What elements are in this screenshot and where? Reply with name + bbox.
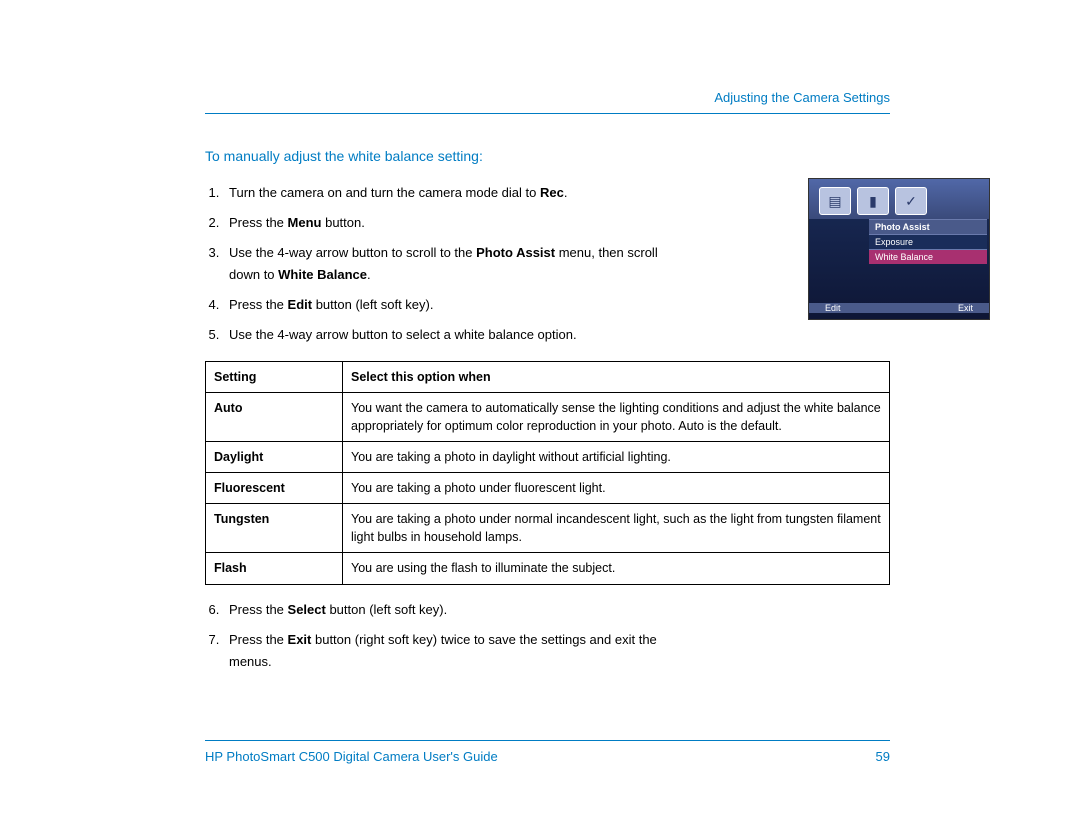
step-item: Press the Edit button (left soft key). xyxy=(223,294,890,316)
table-row: TungstenYou are taking a photo under nor… xyxy=(206,504,890,553)
step-item: Use the 4-way arrow button to scroll to … xyxy=(223,242,890,286)
footer-page-number: 59 xyxy=(876,749,890,764)
option-desc: You are using the flash to illuminate th… xyxy=(343,553,890,584)
option-desc: You want the camera to automatically sen… xyxy=(343,392,890,441)
camera-lcd-screenshot: ▤ ▮ ✓ Photo Assist Exposure White Balanc… xyxy=(808,178,990,320)
white-balance-options-table: Setting Select this option when AutoYou … xyxy=(205,361,890,585)
step-item: Press the Exit button (right soft key) t… xyxy=(223,629,890,673)
step-item: Turn the camera on and turn the camera m… xyxy=(223,182,890,204)
option-name: Daylight xyxy=(206,441,343,472)
document-icon: ▤ xyxy=(819,187,851,215)
table-row: DaylightYou are taking a photo in daylig… xyxy=(206,441,890,472)
table-header-desc: Select this option when xyxy=(343,361,890,392)
option-desc: You are taking a photo under normal inca… xyxy=(343,504,890,553)
step-item: Press the Select button (left soft key). xyxy=(223,599,890,621)
steps-list-a: Turn the camera on and turn the camera m… xyxy=(205,182,890,347)
step-item: Use the 4-way arrow button to select a w… xyxy=(223,324,890,346)
option-name: Fluorescent xyxy=(206,473,343,504)
section-title: To manually adjust the white balance set… xyxy=(205,148,890,164)
option-name: Tungsten xyxy=(206,504,343,553)
step-item: Press the Menu button. xyxy=(223,212,890,234)
option-desc: You are taking a photo in daylight witho… xyxy=(343,441,890,472)
steps-list-b: Press the Select button (left soft key).… xyxy=(205,599,890,673)
check-icon: ✓ xyxy=(895,187,927,215)
page-header-section: Adjusting the Camera Settings xyxy=(205,90,890,114)
lcd-menu-item: Exposure xyxy=(869,234,987,249)
footer-guide-title: HP PhotoSmart C500 Digital Camera User's… xyxy=(205,749,498,764)
option-name: Flash xyxy=(206,553,343,584)
battery-icon: ▮ xyxy=(857,187,889,215)
lcd-menu-item-selected: White Balance xyxy=(869,249,987,264)
table-row: FluorescentYou are taking a photo under … xyxy=(206,473,890,504)
lcd-softkey-right: Exit xyxy=(958,303,973,313)
lcd-softkey-left: Edit xyxy=(825,303,841,313)
lcd-menu-header: Photo Assist xyxy=(869,219,987,234)
option-desc: You are taking a photo under fluorescent… xyxy=(343,473,890,504)
table-header-setting: Setting xyxy=(206,361,343,392)
option-name: Auto xyxy=(206,392,343,441)
table-row: FlashYou are using the flash to illumina… xyxy=(206,553,890,584)
table-row: AutoYou want the camera to automatically… xyxy=(206,392,890,441)
